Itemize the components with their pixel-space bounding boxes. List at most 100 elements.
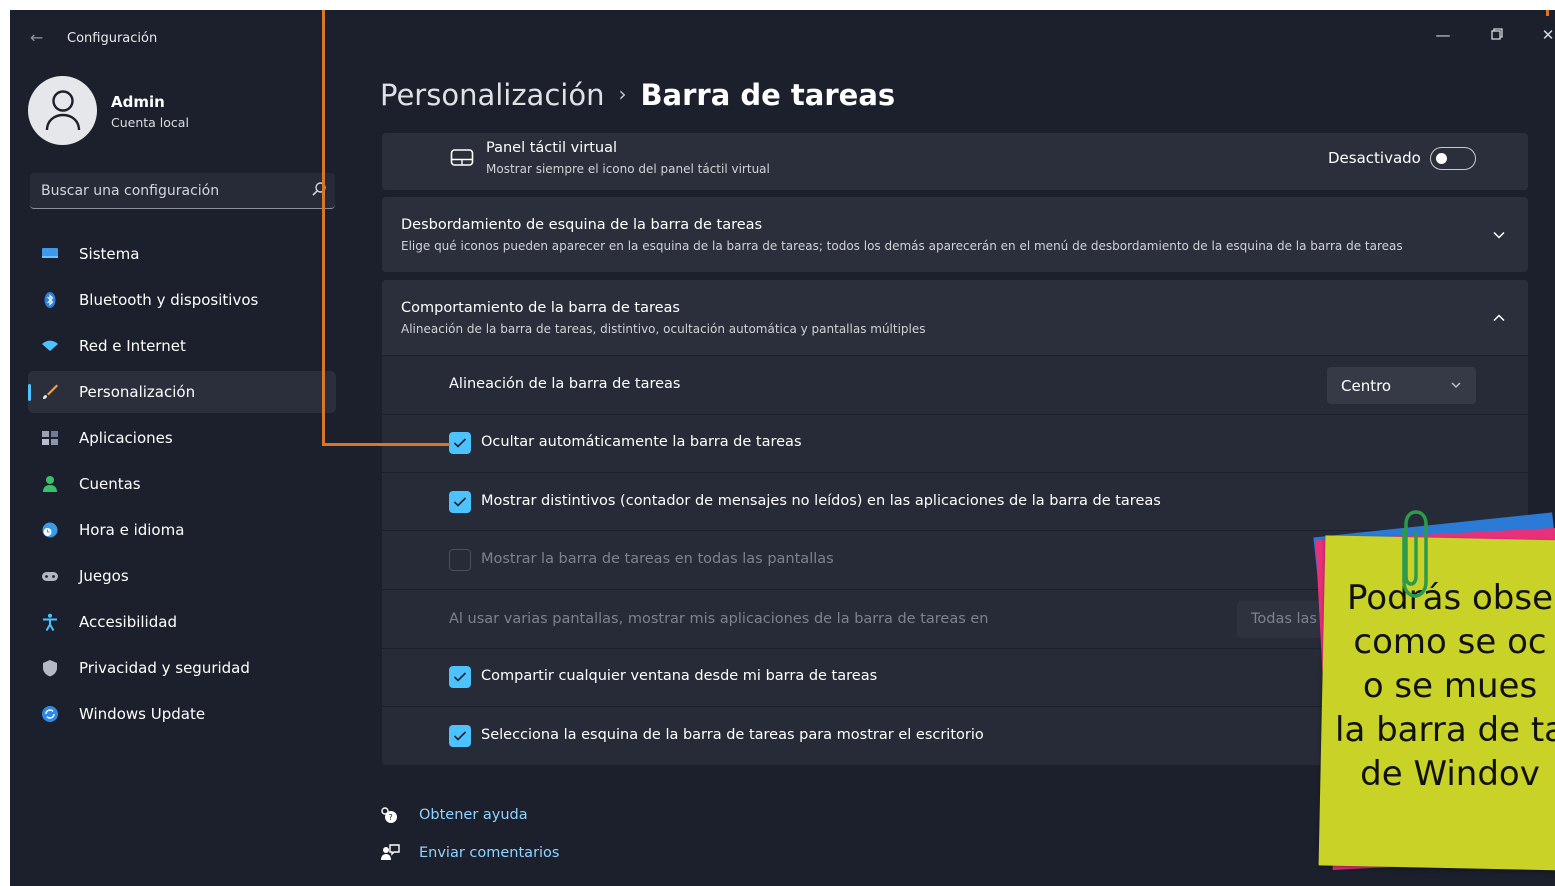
annotation-line-vertical bbox=[322, 10, 325, 446]
bluetooth-icon bbox=[44, 292, 56, 308]
breadcrumb-parent[interactable]: Personalización bbox=[380, 78, 604, 112]
sidebar-item-network[interactable]: Red e Internet bbox=[28, 325, 336, 367]
sidebar-item-bluetooth[interactable]: Bluetooth y dispositivos bbox=[28, 279, 336, 321]
feedback-icon bbox=[381, 844, 400, 860]
shield-icon bbox=[43, 660, 57, 677]
share-window-label: Compartir cualquier ventana desde mi bar… bbox=[481, 668, 878, 684]
touchpad-state-label: Desactivado bbox=[1328, 149, 1421, 167]
breadcrumb-separator: › bbox=[618, 82, 627, 106]
svg-text:?: ? bbox=[389, 813, 393, 822]
gamepad-icon bbox=[42, 572, 58, 581]
sidebar-item-label: Hora e idioma bbox=[79, 521, 185, 539]
overflow-setting-card[interactable]: Desbordamiento de esquina de la barra de… bbox=[382, 197, 1528, 272]
checkmark-icon bbox=[453, 497, 467, 507]
sidebar-item-accounts[interactable]: Cuentas bbox=[28, 463, 336, 505]
sidebar-item-sistema[interactable]: Sistema bbox=[28, 233, 336, 275]
alignment-value: Centro bbox=[1341, 377, 1392, 395]
note-line: como se oc bbox=[1353, 622, 1547, 662]
autohide-row: Ocultar automáticamente la barra de tare… bbox=[382, 415, 1528, 472]
sidebar-item-windows-update[interactable]: Windows Update bbox=[28, 693, 336, 735]
active-indicator bbox=[28, 384, 31, 401]
touchpad-toggle[interactable] bbox=[1430, 147, 1476, 170]
toggle-knob bbox=[1436, 152, 1447, 164]
sidebar-item-label: Sistema bbox=[79, 245, 140, 263]
chevron-down-icon bbox=[1451, 382, 1461, 388]
wifi-icon bbox=[42, 340, 58, 351]
search-input[interactable]: Buscar una configuración bbox=[30, 173, 335, 209]
title-bar: ← Configuración — ✕ bbox=[10, 10, 1555, 68]
all-displays-checkbox[interactable] bbox=[449, 549, 471, 571]
avatar[interactable] bbox=[28, 76, 97, 145]
share-window-checkbox[interactable] bbox=[449, 666, 471, 688]
all-displays-label: Mostrar la barra de tareas en todas las … bbox=[481, 551, 834, 567]
note-line: de Windov bbox=[1360, 754, 1540, 794]
account-icon bbox=[43, 476, 57, 492]
note-line: o se mues bbox=[1362, 666, 1538, 706]
sidebar-item-privacy[interactable]: Privacidad y seguridad bbox=[28, 647, 336, 689]
person-icon bbox=[45, 90, 81, 131]
minimize-icon[interactable]: — bbox=[1423, 20, 1463, 50]
sidebar-item-apps[interactable]: Aplicaciones bbox=[28, 417, 336, 459]
brush-icon bbox=[43, 384, 58, 399]
user-name: Admin bbox=[111, 93, 165, 111]
touchpad-setting-card: Panel táctil virtual Mostrar siempre el … bbox=[382, 133, 1528, 190]
apps-icon bbox=[42, 431, 58, 445]
autohide-label: Ocultar automáticamente la barra de tare… bbox=[481, 434, 802, 450]
app-title: Configuración bbox=[67, 31, 158, 46]
paperclip-icon bbox=[1402, 510, 1428, 598]
note-line: la barra de ta bbox=[1335, 710, 1555, 750]
checkmark-icon bbox=[453, 438, 467, 448]
help-icon: ? bbox=[381, 807, 397, 823]
overflow-title: Desbordamiento de esquina de la barra de… bbox=[401, 217, 763, 233]
account-type: Cuenta local bbox=[111, 115, 189, 130]
sticky-note: Podrás obse como se oc o se mues la barr… bbox=[1310, 500, 1555, 886]
monitor-icon bbox=[42, 248, 58, 258]
get-help-link[interactable]: Obtener ayuda bbox=[419, 807, 528, 823]
behavior-title: Comportamiento de la barra de tareas bbox=[401, 300, 680, 316]
corner-desktop-checkbox[interactable] bbox=[449, 725, 471, 747]
behavior-subtitle: Alineación de la barra de tareas, distin… bbox=[401, 322, 926, 336]
annotation-line-corner bbox=[1546, 10, 1549, 16]
globe-clock-icon bbox=[42, 522, 58, 538]
badges-label: Mostrar distintivos (contador de mensaje… bbox=[481, 493, 1161, 509]
sidebar-item-accessibility[interactable]: Accesibilidad bbox=[28, 601, 336, 643]
sidebar-item-label: Windows Update bbox=[79, 705, 206, 723]
sidebar-item-label: Privacidad y seguridad bbox=[79, 659, 250, 677]
badges-checkbox[interactable] bbox=[449, 491, 471, 513]
chevron-down-icon[interactable] bbox=[1492, 228, 1506, 242]
multi-display-value: Todas las bbox=[1251, 611, 1317, 627]
note-line: Podrás obse bbox=[1346, 578, 1554, 618]
corner-desktop-label: Selecciona la esquina de la barra de tar… bbox=[481, 727, 984, 743]
sidebar-item-personalization[interactable]: Personalización bbox=[28, 371, 336, 413]
overflow-subtitle: Elige qué iconos pueden aparecer en la e… bbox=[401, 239, 1403, 253]
restore-icon[interactable] bbox=[1477, 20, 1517, 50]
send-feedback-link[interactable]: Enviar comentarios bbox=[419, 845, 559, 861]
back-arrow-icon[interactable]: ← bbox=[30, 28, 43, 47]
sidebar-item-label: Juegos bbox=[79, 567, 129, 585]
note-text: Podrás obse como se oc o se mues la barr… bbox=[1320, 576, 1555, 796]
checkmark-icon bbox=[453, 731, 467, 741]
chevron-up-icon[interactable] bbox=[1492, 311, 1506, 325]
search-placeholder: Buscar una configuración bbox=[41, 183, 220, 199]
page-title: Barra de tareas bbox=[640, 78, 896, 112]
settings-window: ← Configuración — ✕ Admin Cuenta local B… bbox=[10, 10, 1555, 886]
touchpad-icon bbox=[450, 149, 474, 166]
sidebar-item-label: Cuentas bbox=[79, 475, 141, 493]
autohide-checkbox[interactable] bbox=[449, 432, 471, 454]
alignment-row: Alineación de la barra de tareas Centro bbox=[382, 356, 1528, 414]
sidebar-item-time-language[interactable]: Hora e idioma bbox=[28, 509, 336, 551]
behavior-setting-card[interactable]: Comportamiento de la barra de tareas Ali… bbox=[382, 280, 1528, 355]
sidebar-item-label: Accesibilidad bbox=[79, 613, 177, 631]
breadcrumb: Personalización › Barra de tareas bbox=[380, 78, 895, 112]
alignment-label: Alineación de la barra de tareas bbox=[449, 376, 681, 392]
close-icon[interactable]: ✕ bbox=[1528, 20, 1555, 50]
alignment-dropdown[interactable]: Centro bbox=[1327, 367, 1476, 404]
accessibility-icon bbox=[43, 613, 57, 631]
checkmark-icon bbox=[453, 672, 467, 682]
touchpad-subtitle: Mostrar siempre el icono del panel tácti… bbox=[486, 162, 770, 176]
sidebar-item-label: Red e Internet bbox=[79, 337, 186, 355]
sidebar-item-gaming[interactable]: Juegos bbox=[28, 555, 336, 597]
annotation-line-horizontal bbox=[322, 443, 450, 446]
sidebar-nav: Sistema Bluetooth y dispositivos Red e I… bbox=[28, 233, 336, 739]
multi-display-label: Al usar varias pantallas, mostrar mis ap… bbox=[449, 611, 989, 627]
